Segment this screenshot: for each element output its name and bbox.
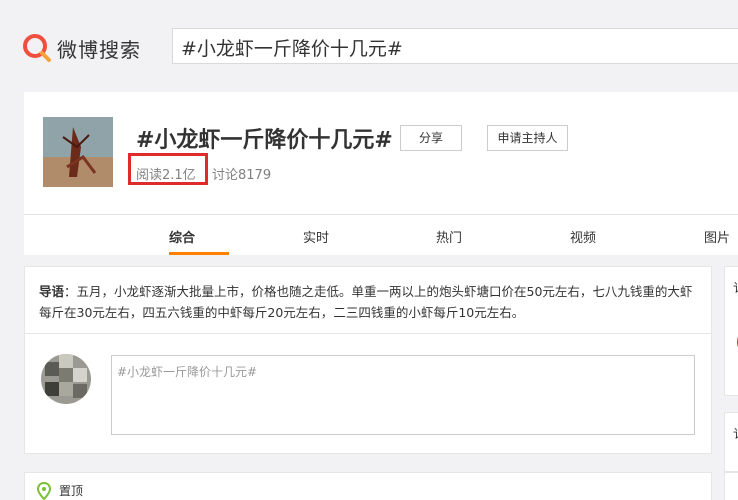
sidebar-title-fragment: 讠 [733, 279, 738, 296]
tab-realtime[interactable]: 实时 [303, 227, 329, 246]
sidebar-panel-3 [724, 472, 738, 500]
logo-text[interactable]: 微博搜索 [57, 34, 141, 63]
pinned-label: 置顶 [59, 484, 84, 498]
pinned-section: 置顶 [24, 472, 712, 500]
tab-comprehensive[interactable]: 综合 [169, 227, 195, 246]
read-count: 阅读2.1亿 [136, 168, 196, 183]
discuss-count: 讨论8179 [212, 168, 272, 183]
top-bar: 微博搜索 #小龙虾一斤降价十几元# [0, 0, 738, 92]
tab-bar: 综合 实时 热门 视频 图片 [24, 214, 738, 255]
topic-thumbnail [43, 117, 113, 187]
tab-images[interactable]: 图片 [704, 227, 730, 246]
topic-title: #小龙虾一斤降价十几元# [136, 128, 393, 153]
sidebar-panel-2: 讠 [724, 412, 738, 472]
sidebar-panel: 讠 [724, 266, 738, 396]
sidebar-title-fragment-2: 讠 [733, 425, 738, 442]
tab-hot[interactable]: 热门 [436, 227, 462, 246]
intro-text: ：五月，小龙虾逐渐大批量上市，价格也随之走低。单重一两以上的炮头虾塘口价在50元… [39, 284, 693, 320]
topic-intro: 导语：五月，小龙虾逐渐大批量上市，价格也随之走低。单重一两以上的炮头虾塘口价在5… [24, 266, 712, 334]
share-button[interactable]: 分享 [400, 125, 462, 151]
user-avatar[interactable] [41, 354, 91, 404]
apply-host-button[interactable]: 申请主持人 [487, 125, 568, 151]
location-pin-icon [37, 482, 51, 500]
compose-textarea[interactable]: #小龙虾一斤降价十几元# [111, 355, 695, 435]
active-tab-indicator [169, 252, 229, 255]
intro-prefix: 导语 [39, 284, 65, 299]
search-input[interactable]: #小龙虾一斤降价十几元# [172, 28, 738, 64]
search-logo-icon[interactable] [22, 33, 52, 63]
tab-video[interactable]: 视频 [570, 227, 596, 246]
compose-box: #小龙虾一斤降价十几元# [24, 334, 712, 454]
